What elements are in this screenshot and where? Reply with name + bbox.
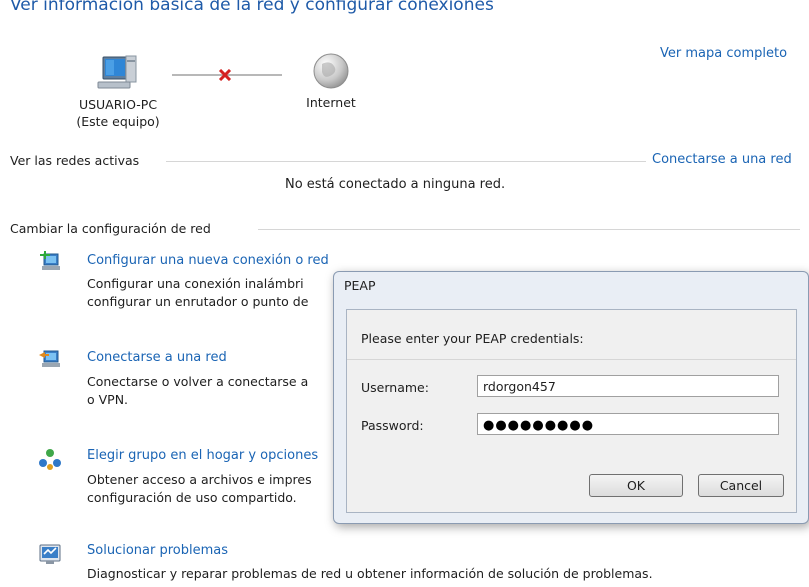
active-networks-label: Ver las redes activas	[10, 153, 146, 168]
task-description: Obtener acceso a archivos e impres	[87, 472, 312, 487]
task-description: configurar un enrutador o punto de	[87, 294, 309, 309]
page-header: Ver información básica de la red y confi…	[10, 0, 570, 26]
cancel-button[interactable]: Cancel	[698, 474, 784, 497]
setup-new-connection-link[interactable]: Configurar una nueva conexión o red	[87, 253, 329, 268]
dialog-prompt: Please enter your PEAP credentials:	[361, 331, 584, 346]
connect-network-icon	[38, 347, 62, 371]
troubleshoot-icon	[38, 542, 62, 566]
dialog-divider	[347, 359, 796, 360]
internet-label: Internet	[306, 95, 356, 110]
password-masked-value: ●●●●●●●●●	[483, 418, 595, 433]
computer-icon[interactable]	[94, 54, 144, 90]
section-divider	[166, 161, 646, 162]
username-label: Username:	[361, 380, 429, 395]
homegroup-icon	[38, 447, 62, 471]
page-title: Ver información básica de la red y confi…	[10, 0, 494, 15]
section-divider	[258, 229, 800, 230]
username-value: rdorgon457	[483, 379, 556, 394]
username-field[interactable]: rdorgon457	[477, 375, 779, 397]
computer-name: USUARIO-PC	[78, 97, 158, 112]
peap-credentials-dialog: PEAP Please enter your PEAP credentials:…	[333, 271, 809, 524]
internet-globe-icon[interactable]	[312, 52, 350, 90]
change-settings-header: Cambiar la configuración de red	[10, 221, 217, 237]
task-description: Configurar una conexión inalámbri	[87, 276, 304, 291]
change-settings-label: Cambiar la configuración de red	[10, 221, 217, 236]
troubleshoot-link[interactable]: Solucionar problemas	[87, 543, 228, 558]
dialog-body: Please enter your PEAP credentials: User…	[346, 309, 797, 513]
task-description: Conectarse o volver a conectarse a	[87, 374, 309, 389]
connect-to-network-task-link[interactable]: Conectarse a una red	[87, 350, 227, 365]
task-description: Diagnosticar y reparar problemas de red …	[87, 566, 653, 581]
dialog-title: PEAP	[344, 278, 376, 293]
homegroup-options-link[interactable]: Elegir grupo en el hogar y opciones	[87, 448, 318, 463]
password-label: Password:	[361, 418, 424, 433]
computer-subtitle: (Este equipo)	[76, 114, 160, 129]
task-description: configuración de uso compartido.	[87, 490, 297, 505]
ok-button[interactable]: OK	[589, 474, 683, 497]
connection-status-text: No está conectado a ninguna red.	[285, 177, 506, 192]
task-description: o VPN.	[87, 392, 129, 407]
red-x-icon	[219, 69, 231, 81]
view-full-map-link[interactable]: Ver mapa completo	[660, 46, 787, 61]
new-connection-icon	[38, 250, 62, 274]
password-field[interactable]: ●●●●●●●●●	[477, 413, 779, 435]
connect-to-network-link[interactable]: Conectarse a una red	[652, 152, 792, 167]
active-networks-header: Ver las redes activas	[10, 153, 146, 169]
